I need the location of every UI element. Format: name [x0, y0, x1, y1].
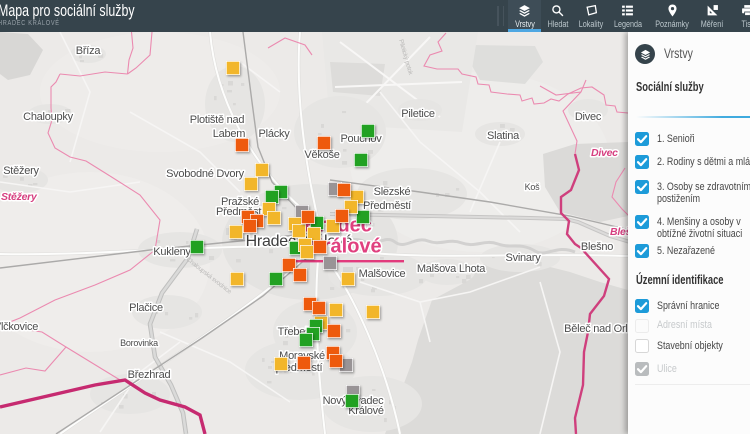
- svg-text:Plotiště nad: Plotiště nad: [190, 114, 245, 126]
- svg-text:Malšovice: Malšovice: [359, 268, 406, 280]
- svg-text:Bleš: Bleš: [610, 226, 628, 238]
- svg-text:Věkoše: Věkoše: [304, 149, 339, 161]
- svg-text:Koš: Koš: [525, 182, 541, 192]
- svg-text:Borovinka: Borovinka: [120, 338, 158, 348]
- svg-text:Piletice: Piletice: [401, 108, 435, 120]
- svg-text:Běleč nad Orlicí: Běleč nad Orlicí: [564, 323, 628, 335]
- svg-text:Plácky: Plácky: [259, 128, 291, 140]
- svg-text:Předměstí: Předměstí: [363, 200, 411, 212]
- svg-text:Divec: Divec: [575, 111, 602, 123]
- svg-text:Bříza: Bříza: [76, 45, 102, 57]
- svg-text:Svobodné Dvory: Svobodné Dvory: [166, 168, 245, 180]
- svg-text:Stěžery: Stěžery: [1, 191, 38, 203]
- svg-text:Březhrad: Březhrad: [128, 369, 171, 381]
- svg-text:Plačice: Plačice: [129, 302, 163, 314]
- svg-text:Slatina: Slatina: [487, 130, 520, 142]
- svg-text:Chaloupky: Chaloupky: [23, 111, 73, 123]
- svg-text:Kukleny: Kukleny: [153, 246, 191, 258]
- svg-text:Vlčkovice: Vlčkovice: [0, 321, 38, 333]
- svg-text:Divec: Divec: [591, 147, 618, 159]
- svg-text:Slezské: Slezské: [374, 186, 411, 198]
- svg-text:Malšova Lhota: Malšova Lhota: [417, 263, 486, 275]
- svg-text:Stěžery: Stěžery: [3, 165, 39, 177]
- svg-text:Svinary: Svinary: [506, 252, 542, 264]
- svg-text:Blešno: Blešno: [581, 241, 613, 253]
